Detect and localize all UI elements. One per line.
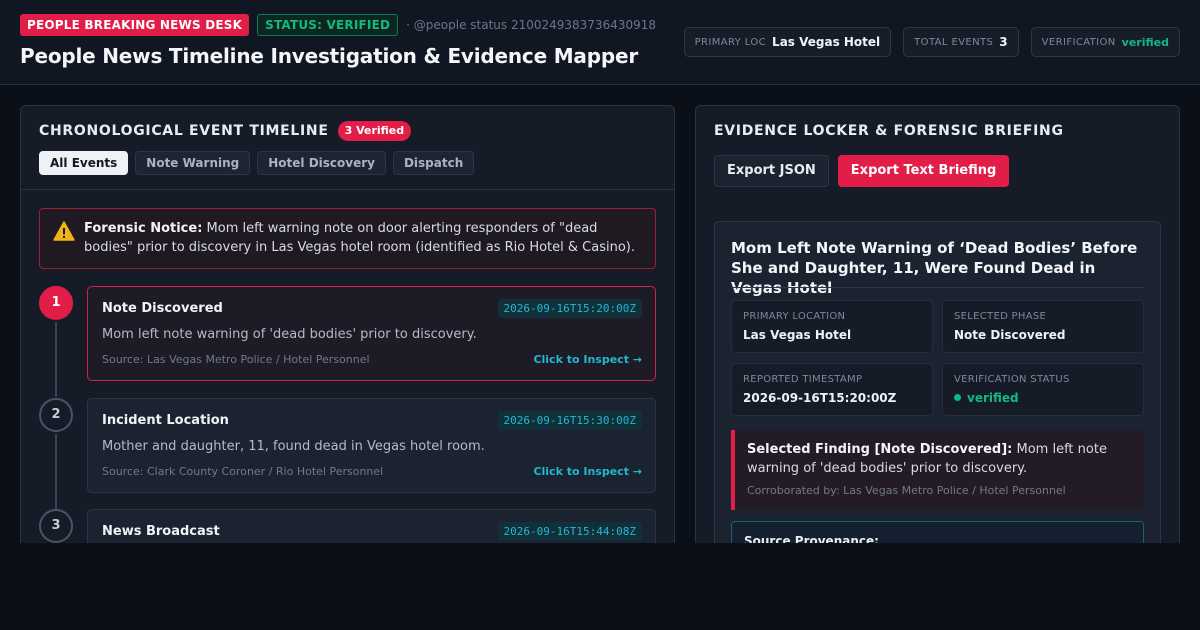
stat-label: TOTAL EVENTS [914, 36, 994, 48]
inspect-link[interactable]: Click to Inspect → [533, 465, 642, 478]
selected-finding: Selected Finding [Note Discovered]: Mom … [731, 430, 1144, 510]
timeline-connector [55, 434, 57, 509]
meta-label: REPORTED TIMESTAMP [743, 374, 863, 385]
desk-badge: PEOPLE BREAKING NEWS DESK [20, 14, 250, 36]
notice-label: Forensic Notice: [84, 221, 203, 236]
stat-value: Las Vegas Hotel [772, 35, 881, 49]
timeline-panel: CHRONOLOGICAL EVENT TIMELINE 3 Verified … [20, 105, 675, 543]
meta-verification-status: VERIFICATION STATUS verified [942, 363, 1144, 416]
event-card[interactable]: News Broadcast 2026-09-16T15:44:08Z [87, 509, 656, 543]
page-title: People News Timeline Investigation & Evi… [20, 44, 638, 68]
event-number-marker: 1 [39, 286, 73, 320]
meta-value: 2026-09-16T15:20:00Z [743, 391, 897, 405]
meta-value: Las Vegas Hotel [743, 328, 852, 342]
evidence-panel: EVIDENCE LOCKER & FORENSIC BRIEFING Expo… [695, 105, 1180, 543]
stat-total-events: TOTAL EVENTS 3 [903, 27, 1019, 57]
filter-note-warning[interactable]: Note Warning [135, 151, 251, 175]
event-card[interactable]: Incident Location 2026-09-16T15:30:00Z M… [87, 398, 656, 493]
timeline-connector [55, 322, 57, 397]
event-description: Mother and daughter, 11, found dead in V… [102, 439, 485, 454]
event-number-marker: 2 [39, 398, 73, 432]
source-provenance: Source Provenance: [731, 521, 1144, 543]
status-badge: STATUS: VERIFIED [257, 14, 399, 36]
top-header: PEOPLE BREAKING NEWS DESK STATUS: VERIFI… [0, 0, 1200, 85]
timeline-panel-header: CHRONOLOGICAL EVENT TIMELINE 3 Verified … [21, 106, 674, 190]
event-title: News Broadcast [102, 524, 220, 539]
divider [731, 287, 1144, 288]
stat-primary-loc: PRIMARY LOC Las Vegas Hotel [683, 27, 892, 57]
header-stats: PRIMARY LOC Las Vegas Hotel TOTAL EVENTS… [683, 27, 1180, 57]
briefing-headline: Mom Left Note Warning of ‘Dead Bodies’ B… [731, 239, 1138, 297]
meta-value: Note Discovered [954, 328, 1066, 342]
finding-label: Selected Finding [Note Discovered]: [747, 442, 1013, 457]
forensic-notice: Forensic Notice: Mom left warning note o… [39, 208, 656, 269]
timeline-title-row: CHRONOLOGICAL EVENT TIMELINE 3 Verified [39, 121, 412, 141]
stat-value: 3 [999, 35, 1008, 49]
export-text-briefing-button[interactable]: Export Text Briefing [837, 155, 1010, 187]
filter-all-events[interactable]: All Events [39, 151, 129, 175]
export-buttons: Export JSON Export Text Briefing [714, 155, 1010, 187]
stat-label: VERIFICATION [1041, 36, 1116, 48]
export-json-button[interactable]: Export JSON [714, 155, 829, 187]
stat-value: verified [1121, 35, 1169, 49]
meta-value: verified [954, 391, 1019, 405]
event-timestamp: 2026-09-16T15:30:00Z [497, 411, 642, 430]
meta-selected-phase: SELECTED PHASE Note Discovered [942, 300, 1144, 353]
event-timestamp: 2026-09-16T15:20:00Z [497, 299, 642, 318]
stat-label: PRIMARY LOC [694, 36, 767, 48]
event-title: Incident Location [102, 413, 229, 428]
verification-text: verified [967, 391, 1019, 405]
finding-source: Corroborated by: Las Vegas Metro Police … [747, 484, 1066, 497]
meta-primary-location: PRIMARY LOCATION Las Vegas Hotel [731, 300, 933, 353]
event-card[interactable]: Note Discovered 2026-09-16T15:20:00Z Mom… [87, 286, 656, 381]
evidence-panel-title: EVIDENCE LOCKER & FORENSIC BRIEFING [714, 123, 1064, 139]
verified-count-pill: 3 Verified [337, 121, 412, 141]
filter-hotel-discovery[interactable]: Hotel Discovery [257, 151, 386, 175]
status-dot-icon [954, 394, 961, 401]
forensic-briefing-card: Mom Left Note Warning of ‘Dead Bodies’ B… [714, 221, 1161, 543]
event-source: Source: Clark County Coroner / Rio Hotel… [102, 465, 384, 478]
header-badges: PEOPLE BREAKING NEWS DESK STATUS: VERIFI… [20, 14, 656, 36]
timeline-panel-title: CHRONOLOGICAL EVENT TIMELINE [39, 123, 329, 139]
event-source: Source: Las Vegas Metro Police / Hotel P… [102, 353, 370, 366]
event-timestamp: 2026-09-16T15:44:08Z [497, 522, 642, 541]
filter-dispatch[interactable]: Dispatch [392, 151, 475, 175]
filter-tabs: All Events Note Warning Hotel Discovery … [39, 151, 475, 175]
meta-label: SELECTED PHASE [954, 311, 1047, 322]
event-title: Note Discovered [102, 301, 223, 316]
event-description: Mom left note warning of 'dead bodies' p… [102, 327, 477, 342]
inspect-link[interactable]: Click to Inspect → [533, 353, 642, 366]
warning-icon [53, 221, 75, 241]
status-id: · @people status 2100249383736430918 [406, 18, 657, 32]
meta-label: PRIMARY LOCATION [743, 311, 846, 322]
meta-reported-timestamp: REPORTED TIMESTAMP 2026-09-16T15:20:00Z [731, 363, 933, 416]
stat-verification: VERIFICATION verified [1030, 27, 1180, 57]
finding-text: Selected Finding [Note Discovered]: Mom … [747, 440, 1132, 478]
event-number-marker: 3 [39, 509, 73, 543]
meta-label: VERIFICATION STATUS [954, 374, 1070, 385]
provenance-label: Source Provenance: [744, 534, 879, 543]
